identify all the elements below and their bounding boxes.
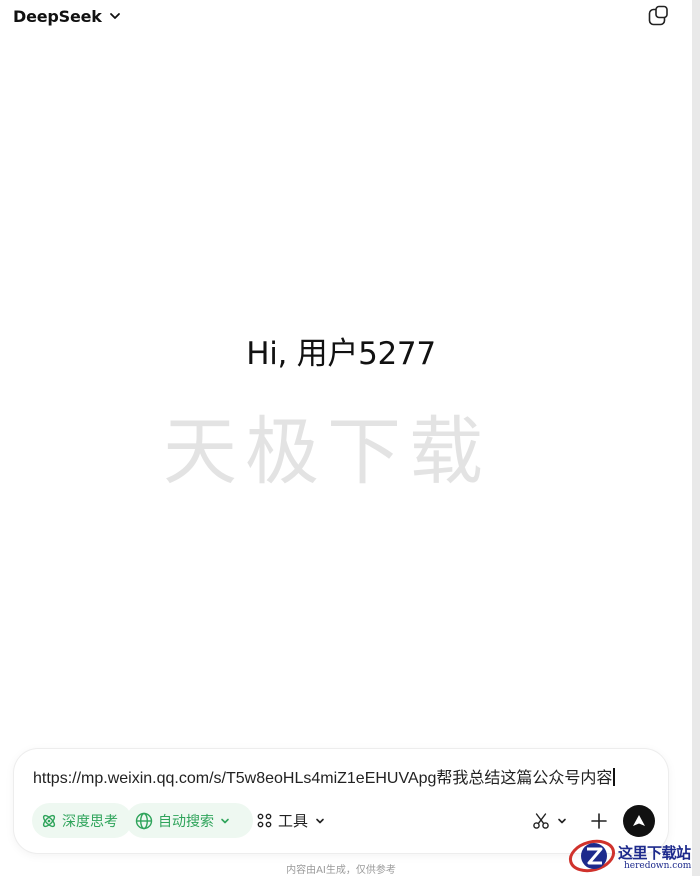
scissors-icon (532, 812, 550, 830)
atom-icon (41, 813, 57, 829)
greeting-title: Hi, 用户5277 (246, 336, 436, 372)
deep-think-label: 深度思考 (62, 813, 118, 830)
web-search-toggle[interactable]: 自动搜索 (126, 803, 253, 838)
deep-think-toggle[interactable]: 深度思考 (32, 803, 132, 838)
site-logo: 这里下载站 heredown.com (566, 836, 700, 876)
tools-label: 工具 (278, 812, 309, 830)
message-input[interactable]: https://mp.weixin.qq.com/s/T5w8eoHLs4miZ… (33, 764, 653, 788)
send-arrow-icon (631, 813, 647, 829)
model-switcher[interactable]: DeepSeek (13, 5, 122, 27)
logo-en-text: heredown.com (624, 861, 692, 871)
send-button[interactable] (623, 805, 655, 837)
model-name: DeepSeek (13, 6, 102, 26)
watermark: 天极下载 (163, 409, 491, 495)
plus-icon (590, 812, 608, 830)
text-caret (613, 768, 615, 786)
web-search-label: 自动搜索 (158, 813, 214, 830)
globe-icon (135, 812, 153, 830)
chevron-down-icon (108, 9, 122, 23)
clip-menu-button[interactable] (532, 807, 568, 835)
logo-cn-text: 这里下载站 (618, 844, 691, 862)
chevron-down-icon (219, 815, 231, 827)
attach-button[interactable] (587, 809, 611, 833)
logo-mark-icon (568, 839, 616, 873)
chevron-down-icon (556, 815, 568, 827)
new-chat-icon (647, 5, 669, 27)
chevron-down-icon (314, 815, 326, 827)
message-input-value: https://mp.weixin.qq.com/s/T5w8eoHLs4miZ… (33, 770, 613, 787)
scrollbar-track[interactable] (692, 0, 700, 876)
tools-menu-button[interactable]: 工具 (257, 803, 326, 838)
new-chat-button[interactable] (646, 4, 670, 28)
tools-grid-icon (257, 813, 272, 828)
